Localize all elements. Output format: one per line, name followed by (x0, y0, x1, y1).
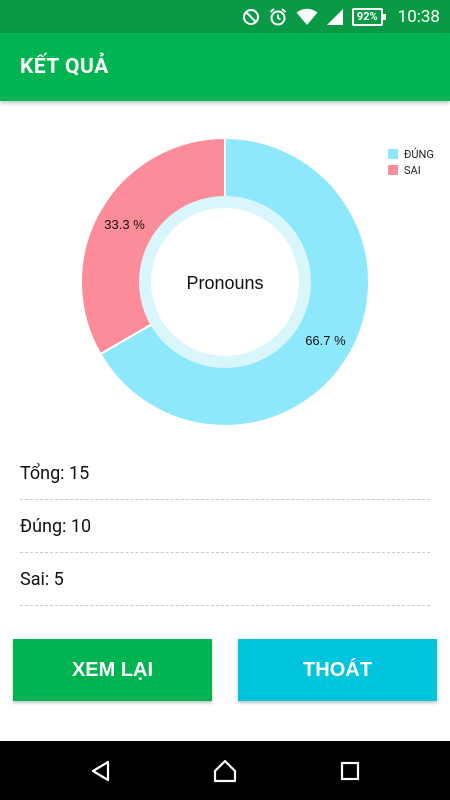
legend-swatch-correct (388, 149, 398, 159)
chart-center-label: Pronouns (186, 273, 263, 293)
signal-icon (326, 8, 344, 26)
chart-legend: ĐÚNG SAI (388, 146, 434, 178)
slice-label-correct: 66.7 % (305, 333, 346, 348)
legend-label-correct: ĐÚNG (404, 147, 434, 161)
page-title: KẾT QUẢ (20, 55, 109, 79)
app-bar: KẾT QUẢ (0, 33, 450, 101)
correct-row: Đúng: 10 (20, 501, 430, 553)
battery-icon: 92% (351, 7, 386, 26)
exit-button[interactable]: THOÁT (238, 639, 437, 701)
donut-chart: 66.7 % 33.3 % Pronouns (80, 136, 370, 427)
wifi-icon (296, 8, 318, 26)
result-chart: 66.7 % 33.3 % Pronouns (0, 101, 450, 441)
home-icon[interactable] (209, 755, 241, 787)
clock: 10:38 (397, 6, 440, 27)
alarm-icon (268, 7, 288, 27)
legend-item-correct: ĐÚNG (388, 146, 434, 162)
total-row: Tổng: 15 (20, 448, 430, 500)
back-icon[interactable] (84, 755, 116, 787)
slice-label-wrong: 33.3 % (104, 217, 145, 232)
total-text: Tổng: 15 (20, 463, 90, 484)
legend-swatch-wrong (388, 165, 398, 175)
wrong-row: Sai: 5 (20, 554, 430, 606)
do-not-disturb-icon (242, 8, 260, 26)
navigation-bar (0, 741, 450, 800)
correct-text: Đúng: 10 (20, 516, 92, 537)
legend-label-wrong: SAI (404, 163, 421, 177)
legend-item-wrong: SAI (388, 162, 434, 178)
recents-icon[interactable] (334, 755, 366, 787)
status-bar: 92% 10:38 (0, 0, 450, 33)
wrong-text: Sai: 5 (20, 569, 64, 590)
review-button[interactable]: XEM LẠI (13, 639, 212, 701)
